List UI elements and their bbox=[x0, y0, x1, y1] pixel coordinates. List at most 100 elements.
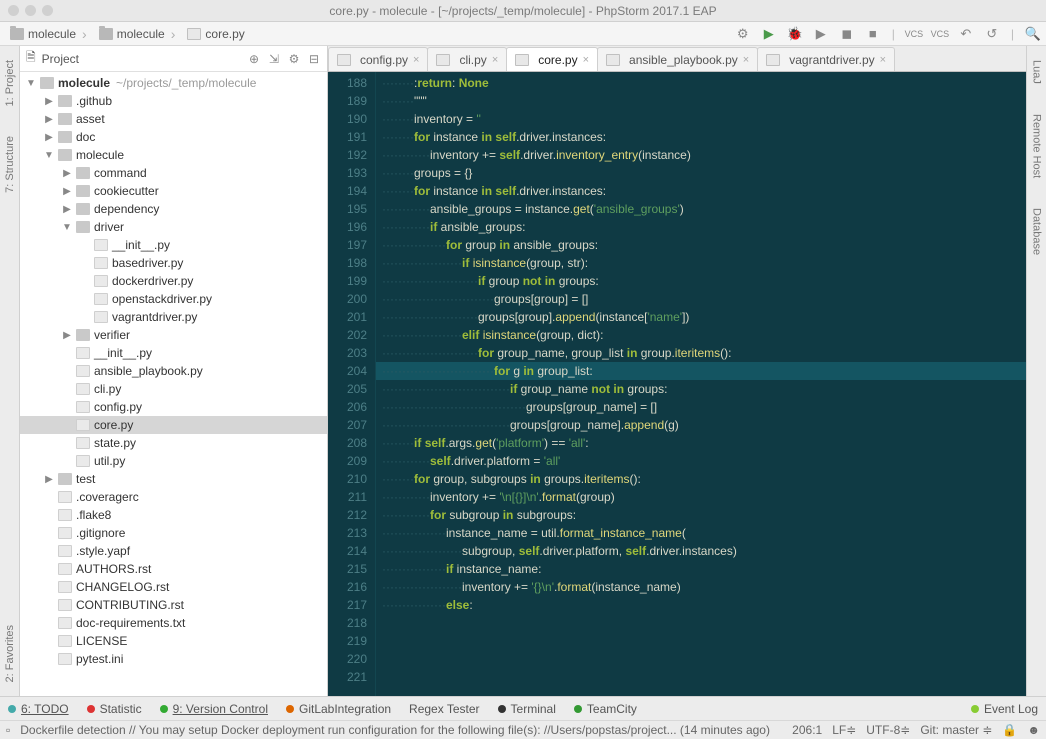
code-line[interactable]: ············for subgroup in subgroups: bbox=[376, 506, 1026, 524]
tree-folder[interactable]: ▶command bbox=[20, 164, 327, 182]
status-toggle-icon[interactable]: ▫ bbox=[6, 723, 10, 737]
tool-todo[interactable]: 6: TODO bbox=[8, 702, 69, 716]
run-icon[interactable]: ▶ bbox=[762, 27, 776, 41]
tree-folder[interactable]: ▼driver bbox=[20, 218, 327, 236]
tree-file[interactable]: state.py bbox=[20, 434, 327, 452]
revert-icon[interactable]: ↺ bbox=[985, 27, 999, 41]
tree-file[interactable]: vagrantdriver.py bbox=[20, 308, 327, 326]
tree-file[interactable]: util.py bbox=[20, 452, 327, 470]
editor-tab[interactable]: cli.py× bbox=[427, 47, 507, 71]
code-line[interactable]: ················for group in ansible_gro… bbox=[376, 236, 1026, 254]
code-line[interactable]: ········:return: None bbox=[376, 74, 1026, 92]
tree-file[interactable]: .coveragerc bbox=[20, 488, 327, 506]
build-icon[interactable]: ⚙ bbox=[736, 27, 750, 41]
disclosure-icon[interactable]: ▶ bbox=[44, 114, 54, 125]
code-line[interactable]: ····················inventory += '{}\n'.… bbox=[376, 578, 1026, 596]
code-line[interactable]: ········groups = {} bbox=[376, 164, 1026, 182]
close-icon[interactable]: × bbox=[880, 54, 886, 66]
tree-file[interactable]: AUTHORS.rst bbox=[20, 560, 327, 578]
tool-favorites[interactable]: 2: Favorites bbox=[4, 617, 16, 690]
code-line[interactable]: ················else: bbox=[376, 596, 1026, 614]
vcs-update-icon[interactable]: VCS bbox=[907, 27, 921, 41]
tree-folder[interactable]: ▶dependency bbox=[20, 200, 327, 218]
disclosure-icon[interactable]: ▼ bbox=[44, 150, 54, 161]
tree-file[interactable]: config.py bbox=[20, 398, 327, 416]
code-line[interactable]: ········if self.args.get('platform') == … bbox=[376, 434, 1026, 452]
status-git[interactable]: Git: master ≑ bbox=[920, 723, 992, 737]
status-caret-pos[interactable]: 206:1 bbox=[792, 723, 822, 737]
code-line[interactable]: ········for instance in self.driver.inst… bbox=[376, 128, 1026, 146]
tree-file[interactable]: ansible_playbook.py bbox=[20, 362, 327, 380]
tree-file[interactable]: dockerdriver.py bbox=[20, 272, 327, 290]
tool-teamcity[interactable]: TeamCity bbox=[574, 702, 637, 716]
tree-file[interactable]: cli.py bbox=[20, 380, 327, 398]
profile-icon[interactable]: ◼ bbox=[840, 27, 854, 41]
code-line[interactable]: ····································grou… bbox=[376, 398, 1026, 416]
close-icon[interactable]: × bbox=[583, 54, 589, 66]
code-line[interactable]: ············inventory += '\n[{}]\n'.form… bbox=[376, 488, 1026, 506]
disclosure-icon[interactable]: ▶ bbox=[44, 132, 54, 143]
code-line[interactable]: ················instance_name = util.for… bbox=[376, 524, 1026, 542]
tree-file[interactable]: .gitignore bbox=[20, 524, 327, 542]
tree-file[interactable]: CHANGELOG.rst bbox=[20, 578, 327, 596]
disclosure-icon[interactable]: ▶ bbox=[62, 204, 72, 215]
tree-file[interactable]: doc-requirements.txt bbox=[20, 614, 327, 632]
maximize-icon[interactable] bbox=[42, 5, 53, 16]
tree-file[interactable]: LICENSE bbox=[20, 632, 327, 650]
disclosure-icon[interactable]: ▶ bbox=[44, 96, 54, 107]
tree-file[interactable]: __init__.py bbox=[20, 236, 327, 254]
tree-folder[interactable]: ▶asset bbox=[20, 110, 327, 128]
hide-icon[interactable]: ⊟ bbox=[307, 52, 321, 66]
code-line[interactable]: ························if group not in … bbox=[376, 272, 1026, 290]
tree-file[interactable]: .flake8 bbox=[20, 506, 327, 524]
history-icon[interactable]: ↶ bbox=[959, 27, 973, 41]
editor-tab[interactable]: config.py× bbox=[328, 47, 428, 71]
tree-folder[interactable]: ▼molecule bbox=[20, 146, 327, 164]
code-line[interactable]: ················if instance_name: bbox=[376, 560, 1026, 578]
minimize-icon[interactable] bbox=[25, 5, 36, 16]
tree-file[interactable]: pytest.ini bbox=[20, 650, 327, 668]
tree-folder[interactable]: ▶cookiecutter bbox=[20, 182, 327, 200]
event-log[interactable]: Event Log bbox=[971, 702, 1038, 716]
tree-folder[interactable]: ▶.github bbox=[20, 92, 327, 110]
breadcrumb-item[interactable]: molecule bbox=[95, 23, 184, 45]
close-icon[interactable]: × bbox=[492, 54, 498, 66]
tool-structure[interactable]: 7: Structure bbox=[4, 128, 16, 201]
tool-terminal[interactable]: Terminal bbox=[498, 702, 556, 716]
editor-tabs[interactable]: config.py×cli.py×core.py×ansible_playboo… bbox=[328, 46, 1026, 72]
disclosure-icon[interactable]: ▶ bbox=[62, 330, 72, 341]
code-line[interactable]: ········inventory = '' bbox=[376, 110, 1026, 128]
code-line[interactable]: ····················if isinstance(group,… bbox=[376, 254, 1026, 272]
status-encoding[interactable]: UTF-8≑ bbox=[866, 723, 910, 737]
project-tree[interactable]: ▼molecule~/projects/_temp/molecule▶.gith… bbox=[20, 72, 327, 696]
code-editor[interactable]: 1881891901911921931941951961971981992002… bbox=[328, 72, 1026, 696]
window-controls[interactable] bbox=[0, 5, 53, 16]
tool-regex[interactable]: Regex Tester bbox=[409, 702, 479, 716]
code-line[interactable]: ············inventory += self.driver.inv… bbox=[376, 146, 1026, 164]
stop-icon[interactable]: ■ bbox=[866, 27, 880, 41]
debug-icon[interactable]: 🐞 bbox=[788, 27, 802, 41]
close-icon[interactable]: × bbox=[743, 54, 749, 66]
tool-remote-host[interactable]: Remote Host bbox=[1031, 106, 1043, 186]
tree-file[interactable]: core.py bbox=[20, 416, 327, 434]
tool-database[interactable]: Database bbox=[1031, 200, 1043, 263]
code-line[interactable]: ····························for g in gro… bbox=[376, 362, 1026, 380]
tool-statistic[interactable]: Statistic bbox=[87, 702, 142, 716]
breadcrumb[interactable]: moleculemoleculecore.py bbox=[6, 23, 259, 45]
gear-icon[interactable]: ⚙ bbox=[287, 52, 301, 66]
tree-file[interactable]: .style.yapf bbox=[20, 542, 327, 560]
code-line[interactable]: ································if group… bbox=[376, 380, 1026, 398]
breadcrumb-item[interactable]: molecule bbox=[6, 23, 95, 45]
code-line[interactable]: ········for group, subgroups in groups.i… bbox=[376, 470, 1026, 488]
tree-file[interactable]: openstackdriver.py bbox=[20, 290, 327, 308]
code-line[interactable]: ········for instance in self.driver.inst… bbox=[376, 182, 1026, 200]
tree-folder[interactable]: ▶doc bbox=[20, 128, 327, 146]
scroll-from-source-icon[interactable]: ⊕ bbox=[247, 52, 261, 66]
breadcrumb-item[interactable]: core.py bbox=[183, 23, 258, 45]
disclosure-icon[interactable]: ▶ bbox=[62, 168, 72, 179]
code-line[interactable]: ································groups[g… bbox=[376, 416, 1026, 434]
code-content[interactable]: ········:return: None········"""········… bbox=[376, 72, 1026, 696]
vcs-commit-icon[interactable]: VCS bbox=[933, 27, 947, 41]
code-line[interactable]: ············self.driver.platform = 'all' bbox=[376, 452, 1026, 470]
code-line[interactable]: ····························groups[group… bbox=[376, 290, 1026, 308]
